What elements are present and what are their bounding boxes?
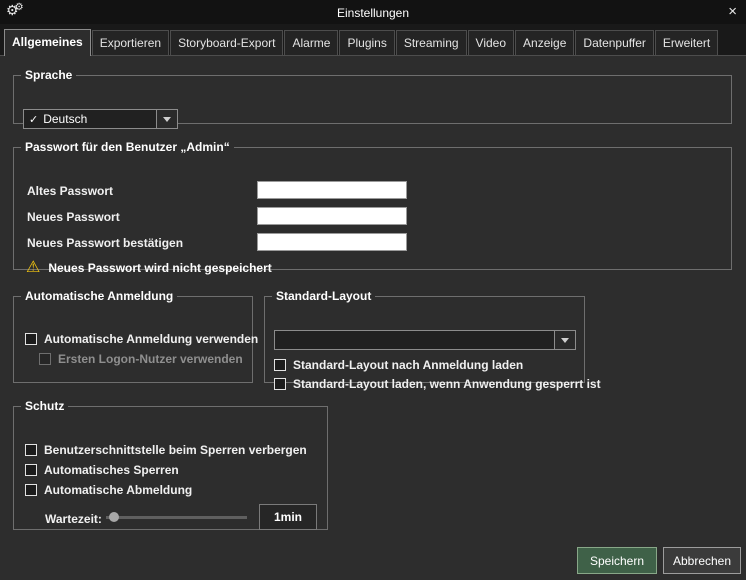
chevron-down-icon[interactable] (156, 110, 177, 128)
auto-login-checkbox[interactable]: Automatische Anmeldung verwenden (25, 332, 258, 346)
confirm-password-label: Neues Passwort bestätigen (27, 236, 183, 250)
tab-exportieren[interactable]: Exportieren (92, 30, 169, 55)
wait-time-label: Wartezeit: (45, 512, 102, 526)
old-password-field[interactable] (257, 181, 407, 199)
first-logon-user-checkbox-label: Ersten Logon-Nutzer verwenden (58, 352, 243, 366)
auto-lock-checkbox-label: Automatisches Sperren (44, 463, 179, 477)
new-password-label: Neues Passwort (27, 210, 120, 224)
checkbox-icon (274, 359, 286, 371)
titlebar: ⚙⚙ Einstellungen × (0, 0, 746, 24)
first-logon-user-checkbox: Ersten Logon-Nutzer verwenden (39, 352, 243, 366)
checkbox-icon (25, 333, 37, 345)
default-layout-group: Standard-Layout Standard-Layout nach Anm… (264, 289, 585, 383)
wait-time-slider[interactable] (106, 509, 247, 525)
tab-storyboard-export[interactable]: Storyboard-Export (170, 30, 283, 55)
auto-logout-checkbox[interactable]: Automatische Abmeldung (25, 483, 192, 497)
save-button[interactable]: Speichern (577, 547, 657, 574)
language-legend: Sprache (21, 68, 76, 82)
settings-content: Sprache ✓ Deutsch Passwort für den Benut… (0, 56, 746, 580)
hide-ui-checkbox[interactable]: Benutzerschnittstelle beim Sperren verbe… (25, 443, 307, 457)
language-selected-value: Deutsch (38, 112, 156, 126)
tab-plugins[interactable]: Plugins (339, 30, 394, 55)
window-title: Einstellungen (0, 6, 746, 20)
protection-legend: Schutz (21, 399, 68, 413)
checkbox-icon (274, 378, 286, 390)
auto-login-checkbox-label: Automatische Anmeldung verwenden (44, 332, 258, 346)
cancel-button[interactable]: Abbrechen (663, 547, 741, 574)
warning-icon: ⚠ (26, 260, 40, 276)
default-layout-dropdown[interactable] (274, 330, 576, 350)
old-password-label: Altes Passwort (27, 184, 113, 198)
auto-login-group: Automatische Anmeldung Automatische Anme… (13, 289, 253, 383)
layout-after-login-checkbox[interactable]: Standard-Layout nach Anmeldung laden (274, 358, 523, 372)
new-password-field[interactable] (257, 207, 407, 225)
tab-alarme[interactable]: Alarme (284, 30, 338, 55)
password-legend: Passwort für den Benutzer „Admin“ (21, 140, 234, 154)
settings-window: ⚙⚙ Einstellungen × Allgemeines Exportier… (0, 0, 746, 580)
tab-bar: Allgemeines Exportieren Storyboard-Expor… (0, 24, 746, 56)
protection-group: Schutz Benutzerschnittstelle beim Sperre… (13, 399, 328, 530)
password-warning-text: Neues Passwort wird nicht gespeichert (48, 261, 271, 275)
hide-ui-checkbox-label: Benutzerschnittstelle beim Sperren verbe… (44, 443, 307, 457)
layout-when-locked-checkbox[interactable]: Standard-Layout laden, wenn Anwendung ge… (274, 377, 601, 391)
tab-datenpuffer[interactable]: Datenpuffer (575, 30, 654, 55)
wait-time-value: 1min (259, 504, 317, 530)
checkbox-icon (39, 353, 51, 365)
language-dropdown[interactable]: ✓ Deutsch (23, 109, 178, 129)
slider-handle[interactable] (109, 512, 119, 522)
tab-streaming[interactable]: Streaming (396, 30, 467, 55)
password-warning: ⚠ Neues Passwort wird nicht gespeichert (26, 260, 272, 276)
checkbox-icon (25, 484, 37, 496)
tab-allgemeines[interactable]: Allgemeines (4, 29, 91, 56)
auto-logout-checkbox-label: Automatische Abmeldung (44, 483, 192, 497)
checkbox-icon (25, 444, 37, 456)
language-group: Sprache ✓ Deutsch (13, 68, 732, 124)
tab-video[interactable]: Video (468, 30, 514, 55)
slider-track[interactable] (106, 516, 247, 519)
auto-login-legend: Automatische Anmeldung (21, 289, 177, 303)
close-icon[interactable]: × (728, 3, 737, 20)
password-group: Passwort für den Benutzer „Admin“ Altes … (13, 140, 732, 270)
tab-erweitert[interactable]: Erweitert (655, 30, 718, 55)
check-icon: ✓ (24, 113, 38, 126)
checkbox-icon (25, 464, 37, 476)
confirm-password-field[interactable] (257, 233, 407, 251)
default-layout-legend: Standard-Layout (272, 289, 375, 303)
auto-lock-checkbox[interactable]: Automatisches Sperren (25, 463, 179, 477)
tab-anzeige[interactable]: Anzeige (515, 30, 574, 55)
chevron-down-icon[interactable] (554, 331, 575, 349)
layout-after-login-checkbox-label: Standard-Layout nach Anmeldung laden (293, 358, 523, 372)
layout-when-locked-checkbox-label: Standard-Layout laden, wenn Anwendung ge… (293, 377, 601, 391)
